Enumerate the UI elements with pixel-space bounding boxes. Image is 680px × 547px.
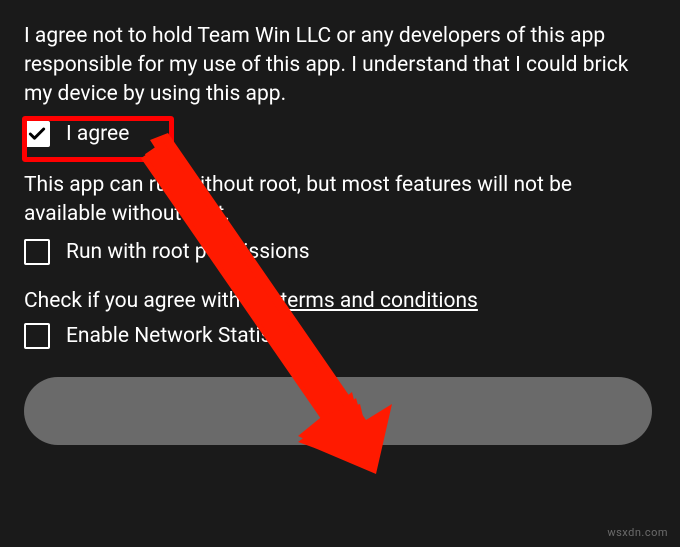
root-info-text: This app can run without root, but most …: [24, 171, 656, 229]
agree-checkbox-label: I agree: [66, 122, 129, 146]
stats-checkbox-label: Enable Network Statistics: [66, 324, 305, 348]
agree-checkbox[interactable]: [24, 121, 50, 147]
root-checkbox-label: Run with root permissions: [66, 240, 310, 264]
terms-text: Check if you agree with the terms and co…: [24, 289, 656, 313]
stats-checkbox-row[interactable]: Enable Network Statistics: [24, 323, 656, 349]
agree-checkbox-row[interactable]: I agree: [24, 121, 656, 147]
stats-checkbox[interactable]: [24, 323, 50, 349]
root-checkbox-row[interactable]: Run with root permissions: [24, 239, 656, 265]
checkmark-icon: [27, 124, 47, 144]
ok-button[interactable]: OK: [24, 377, 652, 445]
watermark: wsxdn.com: [607, 526, 668, 539]
disclaimer-text: I agree not to hold Team Win LLC or any …: [24, 22, 656, 109]
terms-prefix: Check if you agree with the: [24, 289, 280, 313]
terms-and-conditions-link[interactable]: terms and conditions: [280, 289, 478, 313]
root-checkbox[interactable]: [24, 239, 50, 265]
